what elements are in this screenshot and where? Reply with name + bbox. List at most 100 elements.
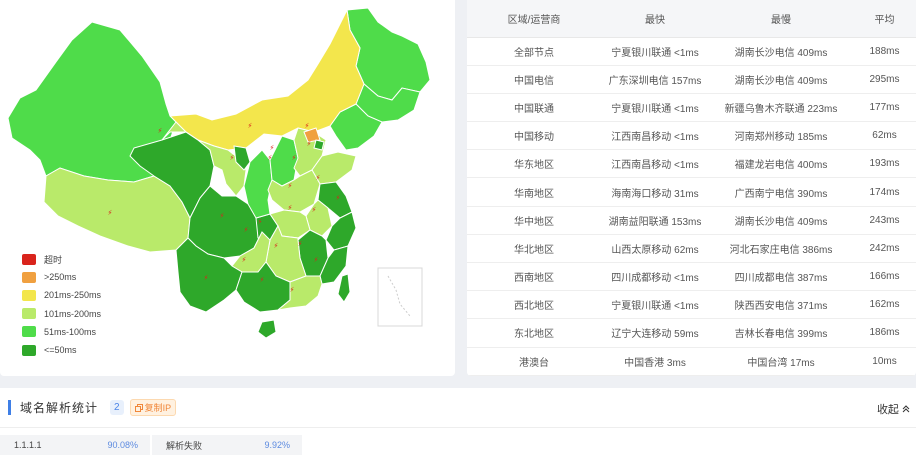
dns-result-percent: 90.08% (107, 440, 138, 450)
legend-item-under-50[interactable]: <=50ms (22, 341, 101, 359)
cell-slowest: 湖南长沙电信 409ms (709, 65, 853, 94)
column-header-slowest: 最慢 (709, 0, 853, 38)
collapse-label: 收起 (876, 404, 899, 416)
dns-result-item[interactable]: 解析失败 9.92% (152, 435, 302, 455)
cell-slowest: 广西南宁电信 390ms (709, 177, 853, 207)
map-panel: ⚡ ⚡ ⚡ ⚡ ⚡ ⚡ ⚡ ⚡ ⚡ ⚡ ⚡ ⚡ ⚡ ⚡ ⚡ ⚡ ⚡ ⚡ ⚡ ⚡ ⚡ ⚡ ⚡ ⚡ 超时 >250ms 201ms… (0, 0, 455, 376)
column-header-region: 区域/运营商 (467, 0, 601, 38)
cell-fastest: 宁夏银川联通 <1ms (601, 93, 709, 123)
cell-average: 295ms (853, 65, 916, 94)
cell-region: 华北地区 (467, 234, 601, 264)
cell-region: 东北地区 (467, 318, 601, 348)
cell-region: 华中地区 (467, 206, 601, 235)
copy-ip-button[interactable]: 复制IP (129, 399, 177, 416)
node-marker-icon[interactable]: ⚡ (258, 218, 263, 226)
cell-fastest: 海南海口移动 31ms (601, 177, 709, 207)
table-row: 华南地区 海南海口移动 31ms 广西南宁电信 390ms 174ms (467, 177, 916, 207)
cell-fastest: 湖南益阳联通 153ms (601, 206, 709, 235)
cell-average: 186ms (853, 318, 916, 348)
table-header-row: 区域/运营商 最快 最慢 平均 (467, 0, 916, 38)
cell-slowest: 新疆乌鲁木齐联通 223ms (709, 93, 853, 123)
node-marker-icon[interactable]: ⚡ (292, 154, 297, 162)
node-marker-icon[interactable]: ⚡ (158, 127, 163, 135)
cell-slowest: 中国台湾 17ms (709, 347, 853, 376)
cell-average: 174ms (853, 177, 916, 207)
cell-slowest: 河北石家庄电信 386ms (709, 234, 853, 264)
cell-average: 162ms (853, 290, 916, 320)
table-row: 港澳台 中国香港 3ms 中国台湾 17ms 10ms (467, 347, 916, 376)
cell-average: 188ms (853, 37, 916, 66)
cell-fastest: 山西太原移动 62ms (601, 234, 709, 264)
cell-region: 中国移动 (467, 121, 601, 151)
cell-average: 242ms (853, 234, 916, 264)
node-marker-icon[interactable]: ⚡ (288, 182, 293, 190)
map-region-hainan[interactable] (257, 319, 277, 339)
table-row: 西北地区 宁夏银川联通 <1ms 陕西西安电信 371ms 162ms (467, 290, 916, 320)
copy-icon (134, 403, 143, 412)
legend-item-101-200[interactable]: 101ms-200ms (22, 305, 101, 323)
table-row: 中国联通 宁夏银川联通 <1ms 新疆乌鲁木齐联通 223ms 177ms (467, 93, 916, 123)
legend-swatch (22, 271, 36, 283)
cell-slowest: 河南郑州移动 185ms (709, 121, 853, 151)
node-marker-icon[interactable]: ⚡ (336, 194, 341, 202)
node-marker-icon[interactable]: ⚡ (290, 286, 295, 294)
dns-results-row: 1.1.1.1 90.08% 解析失败 9.92% (0, 428, 916, 455)
dns-stats-title: 域名解析统计 (20, 401, 99, 415)
map-region-tianjin[interactable] (313, 139, 325, 151)
node-marker-icon[interactable]: ⚡ (230, 154, 235, 162)
collapse-button[interactable]: 收起 (877, 401, 910, 417)
node-marker-icon[interactable]: ⚡ (244, 226, 249, 234)
legend-item-over-250[interactable]: >250ms (22, 268, 101, 286)
node-marker-icon[interactable]: ⚡ (307, 140, 312, 148)
node-marker-icon[interactable]: ⚡ (270, 144, 275, 152)
dns-result-label: 解析失败 (166, 440, 203, 451)
cell-region: 华东地区 (467, 149, 601, 179)
cell-average: 243ms (853, 206, 916, 235)
node-marker-icon[interactable]: ⚡ (108, 209, 113, 217)
node-marker-icon[interactable]: ⚡ (204, 274, 209, 282)
node-marker-icon[interactable]: ⚡ (316, 174, 321, 182)
node-marker-icon[interactable]: ⚡ (268, 154, 273, 162)
cell-fastest: 宁夏银川联通 <1ms (601, 37, 709, 66)
latency-summary-panel: 区域/运营商 最快 最慢 平均 全部节点 宁夏银川联通 <1ms 湖南长沙电信 40… (467, 0, 916, 376)
cell-fastest: 四川成都移动 <1ms (601, 262, 709, 292)
cell-slowest: 湖南长沙电信 409ms (709, 206, 853, 235)
cell-fastest: 中国香港 3ms (601, 347, 709, 376)
node-marker-icon[interactable]: ⚡ (314, 256, 319, 264)
node-marker-icon[interactable]: ⚡ (288, 204, 293, 212)
node-marker-icon[interactable]: ⚡ (248, 122, 253, 130)
cell-region: 港澳台 (467, 347, 601, 376)
cell-average: 177ms (853, 93, 916, 123)
section-accent-bar (8, 400, 11, 415)
node-marker-icon[interactable]: ⚡ (312, 206, 317, 214)
legend-swatch (22, 308, 36, 320)
legend-swatch (22, 344, 36, 356)
dns-stats-header: 域名解析统计 2 复制IP 收起 (0, 388, 916, 428)
dns-result-item[interactable]: 1.1.1.1 90.08% (0, 435, 150, 455)
node-marker-icon[interactable]: ⚡ (242, 256, 247, 264)
dns-result-label: 1.1.1.1 (14, 440, 42, 450)
latency-table: 区域/运营商 最快 最慢 平均 全部节点 宁夏银川联通 <1ms 湖南长沙电信 40… (467, 0, 916, 376)
node-marker-icon[interactable]: ⚡ (305, 122, 310, 130)
cell-fastest: 辽宁大连移动 59ms (601, 318, 709, 348)
table-row: 西南地区 四川成都移动 <1ms 四川成都电信 387ms 166ms (467, 262, 916, 292)
legend-item-201-250[interactable]: 201ms-250ms (22, 286, 101, 304)
south-china-sea-inset (377, 267, 423, 327)
cell-slowest: 陕西西安电信 371ms (709, 290, 853, 320)
legend-label: 201ms-250ms (44, 290, 102, 301)
map-region-taiwan[interactable] (337, 273, 351, 303)
cell-average: 193ms (853, 149, 916, 179)
cell-region: 中国电信 (467, 65, 601, 94)
table-row: 华北地区 山西太原移动 62ms 河北石家庄电信 386ms 242ms (467, 234, 916, 264)
node-marker-icon[interactable]: ⚡ (298, 240, 303, 248)
node-marker-icon[interactable]: ⚡ (220, 212, 225, 220)
map-legend: 超时 >250ms 201ms-250ms 101ms-200ms 51ms-1… (22, 250, 101, 359)
node-marker-icon[interactable]: ⚡ (260, 276, 265, 284)
node-marker-icon[interactable]: ⚡ (274, 242, 279, 250)
cell-slowest: 福建龙岩电信 400ms (709, 149, 853, 179)
cell-region: 华南地区 (467, 177, 601, 207)
legend-item-51-100[interactable]: 51ms-100ms (22, 323, 101, 341)
table-row: 东北地区 辽宁大连移动 59ms 吉林长春电信 399ms 186ms (467, 318, 916, 348)
legend-item-timeout[interactable]: 超时 (22, 250, 101, 268)
cell-fastest: 宁夏银川联通 <1ms (601, 290, 709, 320)
